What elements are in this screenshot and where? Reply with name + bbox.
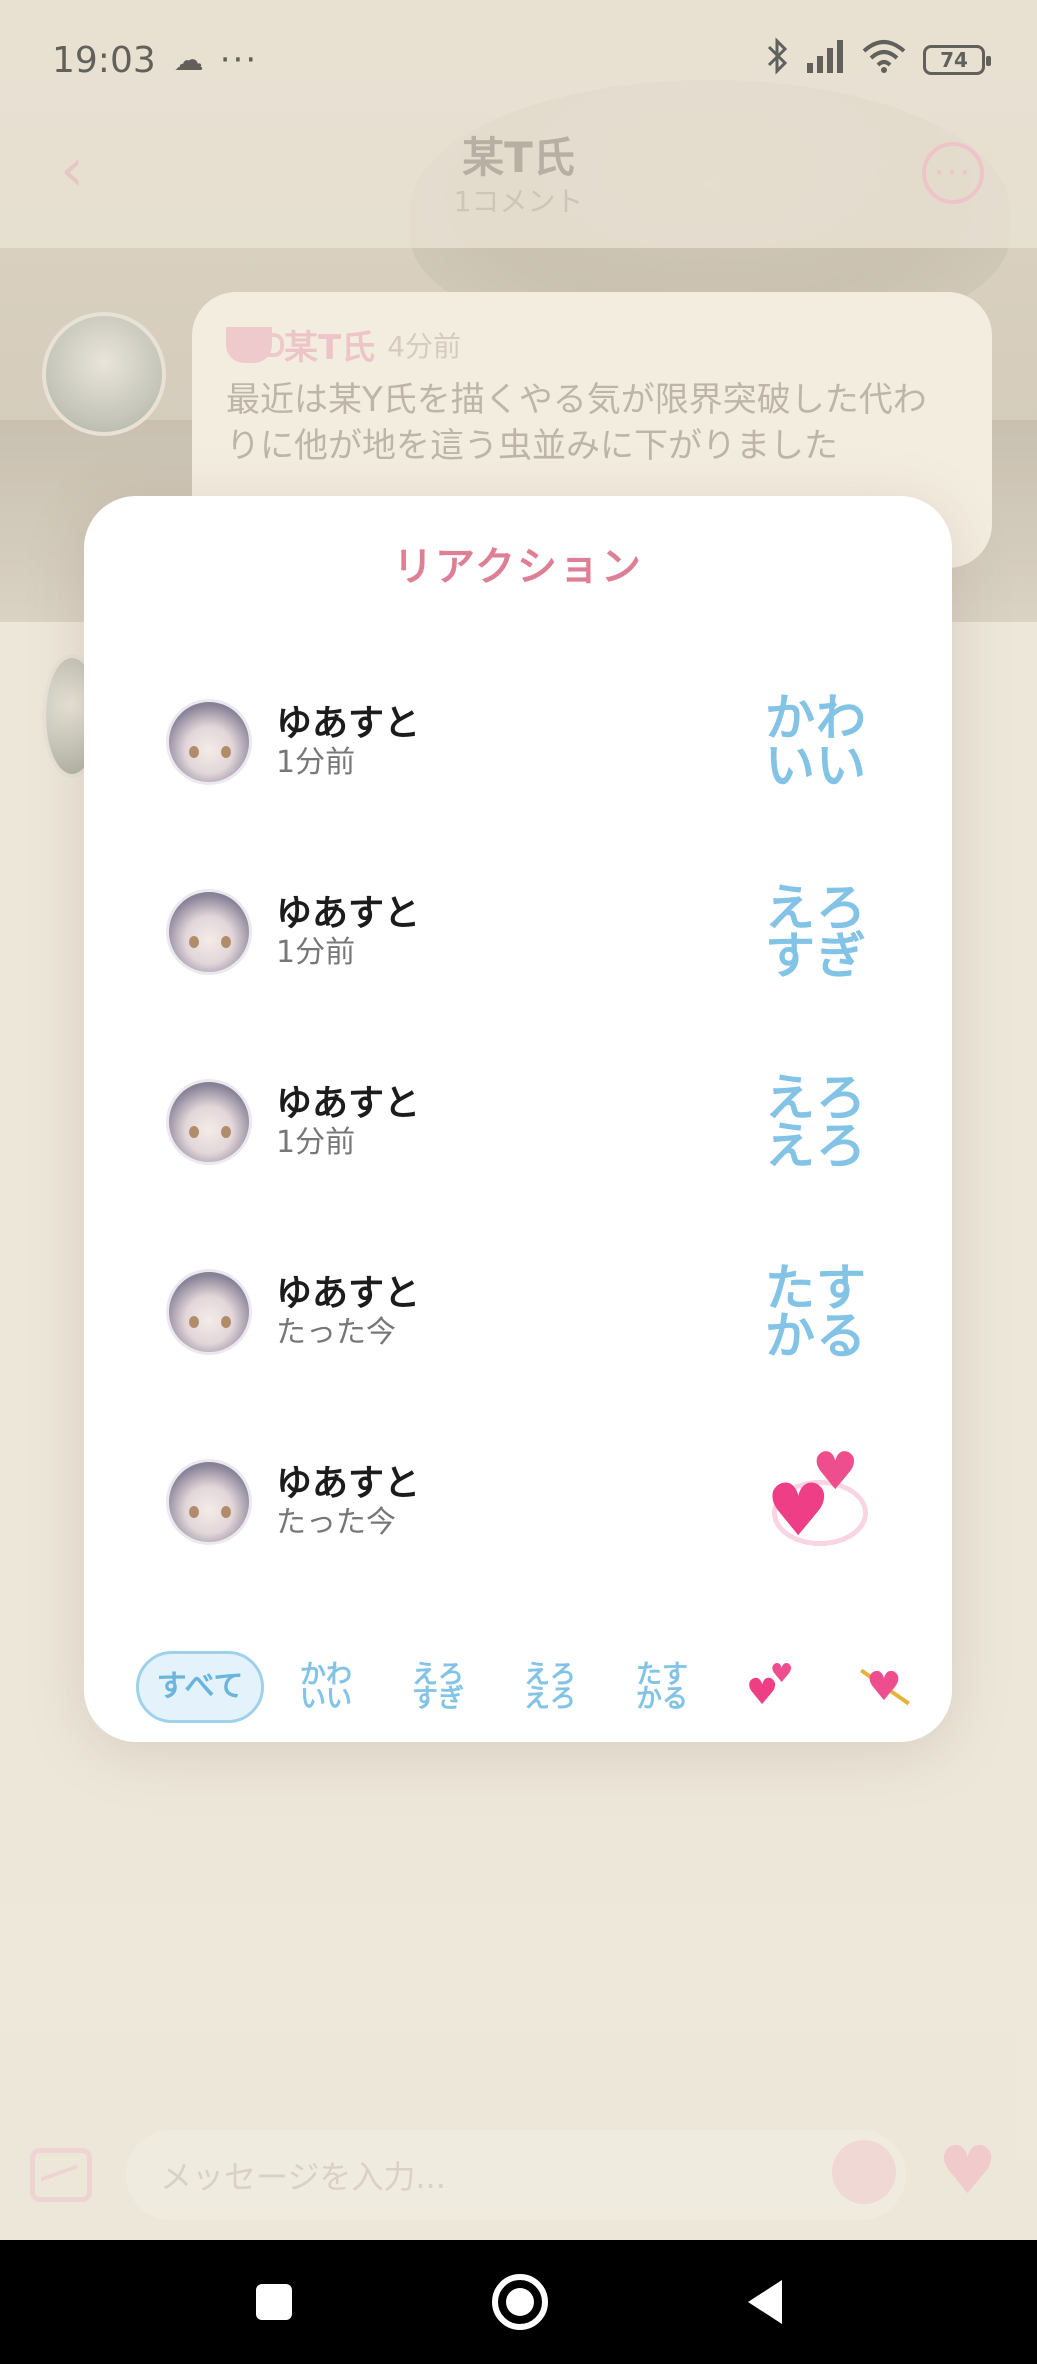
user-name: ゆあすと <box>276 1463 421 1504</box>
reaction-stamp: えろ えろ <box>756 1069 876 1175</box>
reaction-stamp: かわ いい <box>756 689 876 795</box>
stamp-line: えろ <box>765 879 867 937</box>
user-name: ゆあすと <box>276 703 421 744</box>
heart-with-arrow-icon: ♥ <box>856 1659 916 1715</box>
avatar[interactable] <box>166 699 252 785</box>
avatar[interactable] <box>166 1079 252 1165</box>
user-name: ゆあすと <box>276 1273 421 1314</box>
filter-tasukaru[interactable]: たす かる <box>612 1651 712 1723</box>
filter-two-hearts[interactable]: ♥ ♥ <box>724 1651 824 1723</box>
reaction-stamp: えろ すぎ <box>756 879 876 985</box>
user-name: ゆあすと <box>276 1083 421 1124</box>
recent-apps-button[interactable] <box>255 2284 292 2320</box>
avatar[interactable] <box>166 1269 252 1355</box>
reaction-user-info: ゆあすと 1分前 <box>276 1083 420 1161</box>
reaction-user-info: ゆあすと たった今 <box>276 1273 420 1351</box>
reaction-row[interactable]: ゆあすと 1分前 かわ いい <box>166 692 876 792</box>
reaction-user-info: ゆあすと 1分前 <box>276 893 420 971</box>
reaction-row[interactable]: ゆあすと たった今 ♥ ♥ <box>166 1446 876 1552</box>
dialog-title: リアクション <box>393 544 643 590</box>
reaction-row[interactable]: ゆあすと 1分前 えろ えろ <box>166 1072 876 1172</box>
reaction-time: 1分前 <box>276 935 356 970</box>
reaction-user-info: ゆあすと 1分前 <box>276 703 420 781</box>
avatar[interactable] <box>166 1459 252 1545</box>
filter-eroero[interactable]: えろ えろ <box>500 1651 600 1723</box>
reaction-time: 1分前 <box>276 745 356 780</box>
user-name: ゆあすと <box>276 893 421 934</box>
two-hearts-icon: ♥ ♥ <box>746 1659 794 1713</box>
two-hearts-icon: ♥ ♥ <box>766 1446 876 1552</box>
stamp-line: すぎ <box>765 927 867 985</box>
reaction-time: たった今 <box>276 1505 396 1540</box>
filter-erosugi[interactable]: えろ すぎ <box>388 1651 488 1723</box>
reaction-filter-bar: すべて かわ いい えろ すぎ えろ えろ たす かる ♥ ♥ ♥ <box>136 1650 936 1724</box>
reaction-stamp: たす かる <box>756 1259 876 1365</box>
reaction-user-info: ゆあすと たった今 <box>276 1463 420 1541</box>
system-back-button[interactable] <box>747 2280 782 2324</box>
stamp-line: たす <box>765 1259 867 1317</box>
system-navigation-bar <box>0 2240 1037 2364</box>
avatar[interactable] <box>166 889 252 975</box>
filter-kawaii[interactable]: かわ いい <box>276 1651 376 1723</box>
reaction-time: 1分前 <box>276 1125 356 1160</box>
reaction-row[interactable]: ゆあすと たった今 たす かる <box>166 1262 876 1362</box>
reaction-dialog: リアクション ゆあすと 1分前 かわ いい ゆあすと 1分前 えろ すぎ ゆあす… <box>84 496 952 1742</box>
filter-heart-arrow[interactable]: ♥ <box>836 1651 936 1723</box>
stamp-line: えろ <box>765 1117 867 1175</box>
stamp-line: かる <box>765 1307 867 1365</box>
reaction-row[interactable]: ゆあすと 1分前 えろ すぎ <box>166 882 876 982</box>
stamp-line: かわ <box>765 689 867 747</box>
filter-all[interactable]: すべて <box>136 1651 264 1723</box>
stamp-line: えろ <box>765 1069 867 1127</box>
reaction-time: たった今 <box>276 1315 396 1350</box>
stamp-line: いい <box>765 737 867 795</box>
home-button[interactable] <box>491 2274 548 2330</box>
